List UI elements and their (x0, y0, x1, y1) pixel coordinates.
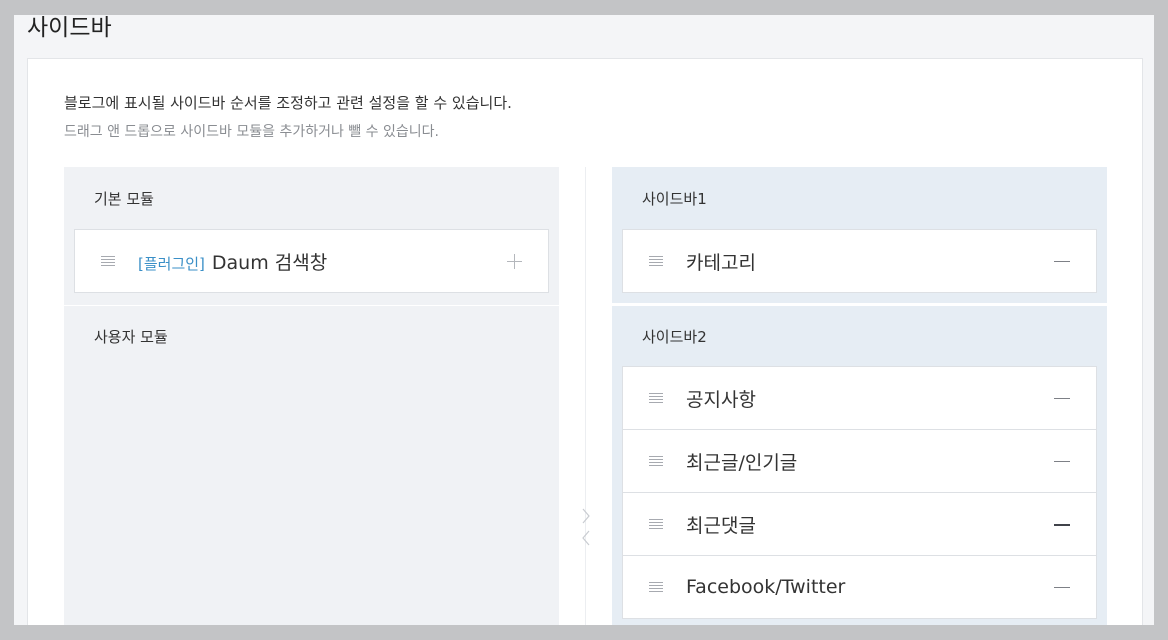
page-description: 블로그에 표시될 사이드바 순서를 조정하고 관련 설정을 할 수 있습니다. (64, 94, 512, 112)
basic-modules-title: 기본 모듈 (94, 189, 154, 208)
chevron-right-icon[interactable] (582, 508, 590, 524)
sidebar-item-recent-comments[interactable]: 최근댓글 (622, 493, 1097, 556)
basic-modules-section: 기본 모듈 [플러그인] Daum 검색창 (64, 167, 559, 305)
drag-handle-icon[interactable] (649, 456, 663, 467)
chevron-left-icon[interactable] (582, 530, 590, 546)
minus-icon[interactable] (1054, 398, 1070, 399)
minus-icon[interactable] (1054, 261, 1070, 262)
column-divider (585, 167, 586, 625)
sidebar2-section: 사이드바2 공지사항 최근글/인기글 최근댓글 Facebook/Twitter (612, 306, 1107, 625)
sidebar-item-recent-popular[interactable]: 최근글/인기글 (622, 430, 1097, 493)
page-sub-description: 드래그 앤 드롭으로 사이드바 모듈을 추가하거나 뺄 수 있습니다. (64, 124, 439, 140)
sidebar-item-category[interactable]: 카테고리 (622, 229, 1097, 293)
drag-handle-icon[interactable] (649, 519, 663, 530)
module-name: 카테고리 (686, 251, 756, 274)
user-modules-title: 사용자 모듈 (94, 327, 168, 346)
minus-icon[interactable] (1054, 524, 1070, 526)
user-modules-section: 사용자 모듈 (64, 306, 559, 625)
settings-panel: 블로그에 표시될 사이드바 순서를 조정하고 관련 설정을 할 수 있습니다. … (27, 58, 1143, 625)
module-label: [플러그인] Daum 검색창 (138, 248, 327, 275)
sidebar1-section: 사이드바1 카테고리 (612, 167, 1107, 303)
page-title: 사이드바 (27, 15, 112, 41)
module-name: Facebook/Twitter (686, 576, 846, 598)
sidebar-item-notice[interactable]: 공지사항 (622, 366, 1097, 430)
module-name: 최근글/인기글 (686, 451, 798, 474)
plus-icon[interactable] (507, 254, 522, 269)
module-name: 최근댓글 (686, 514, 756, 537)
drag-handle-icon[interactable] (649, 393, 663, 404)
sidebar-settings-window: 사이드바 블로그에 표시될 사이드바 순서를 조정하고 관련 설정을 할 수 있… (14, 15, 1154, 625)
module-item-daum-search[interactable]: [플러그인] Daum 검색창 (74, 229, 549, 293)
window-bottom-edge (0, 625, 1168, 640)
available-modules-column: 기본 모듈 [플러그인] Daum 검색창 사용자 모듈 (64, 167, 559, 625)
sidebar2-title: 사이드바2 (642, 327, 707, 346)
sidebar-item-facebook-twitter[interactable]: Facebook/Twitter (622, 556, 1097, 619)
minus-icon[interactable] (1054, 587, 1070, 588)
module-name: 공지사항 (686, 388, 756, 411)
sidebar1-title: 사이드바1 (642, 189, 707, 208)
drag-handle-icon[interactable] (649, 256, 663, 267)
plugin-tag: [플러그인] (138, 254, 205, 273)
move-arrows (582, 508, 590, 546)
drag-handle-icon[interactable] (101, 256, 115, 267)
sidebar-columns: 사이드바1 카테고리 사이드바2 공지사항 최근글/인기글 최근댓글 Faceb… (612, 167, 1107, 625)
drag-handle-icon[interactable] (649, 582, 663, 593)
minus-icon[interactable] (1054, 461, 1070, 462)
module-name: Daum 검색창 (211, 251, 328, 274)
